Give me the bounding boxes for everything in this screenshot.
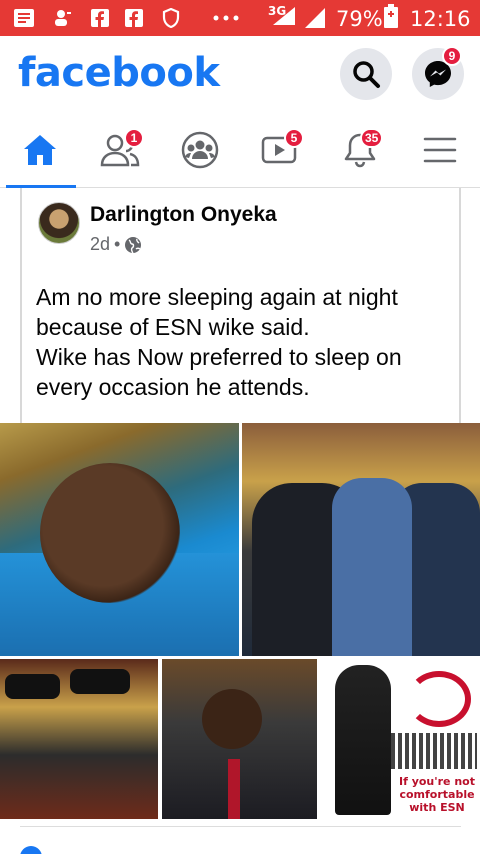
post-meta: 2d • <box>90 234 142 255</box>
facebook-logo[interactable]: facebook <box>18 50 220 96</box>
user-icon <box>52 8 74 28</box>
divider <box>20 826 461 827</box>
photo-face-shape <box>40 463 180 603</box>
clock: 12:16 <box>410 7 471 31</box>
post-text-line: Wike has Now preferred to sleep on <box>36 344 402 370</box>
battery-percentage: 79% <box>336 7 383 31</box>
status-bar: 3G 79% 12:16 <box>0 0 480 36</box>
facebook-icon-2 <box>124 8 144 28</box>
post-photo-4[interactable] <box>162 659 317 819</box>
tab-friends[interactable]: 1 <box>88 126 152 174</box>
photo-soldier-shape <box>335 665 391 815</box>
signal-icon <box>270 6 298 26</box>
post-author[interactable]: Darlington Onyeka <box>90 203 277 227</box>
separator: • <box>114 234 121 254</box>
post-text: Am no more sleeping again at night becau… <box>36 282 456 402</box>
shield-icon <box>160 8 182 28</box>
messenger-badge: 9 <box>442 46 462 66</box>
photo-head-shape <box>202 689 262 749</box>
avatar[interactable] <box>38 202 80 244</box>
photo-caption: If you're not comfortable with ESN <box>399 775 475 814</box>
tab-groups[interactable] <box>168 126 232 174</box>
post-photo-2[interactable] <box>242 423 480 656</box>
photo-troops-shape <box>391 733 477 769</box>
post-text-line: because of ESN wike said. <box>36 314 310 340</box>
notification-icon <box>12 8 36 28</box>
tab-home[interactable] <box>8 126 72 174</box>
post-card: Darlington Onyeka 2d • Am no more sleepi… <box>20 188 461 424</box>
search-icon <box>353 61 380 88</box>
app-header: facebook 9 <box>0 36 480 112</box>
photo-hat-shape <box>70 669 130 694</box>
photo-hat-shape <box>5 674 60 699</box>
like-reaction-icon <box>20 846 42 854</box>
photo-figure <box>332 478 412 656</box>
photo-tie-shape <box>228 759 240 819</box>
post-time[interactable]: 2d <box>90 234 110 255</box>
search-button[interactable] <box>340 48 392 100</box>
facebook-icon <box>90 8 110 28</box>
home-icon <box>24 135 56 165</box>
notifications-badge: 35 <box>360 128 384 148</box>
post-photo-3[interactable] <box>0 659 158 819</box>
watch-badge: 5 <box>284 128 304 148</box>
post-text-line: Am no more sleeping again at night <box>36 284 398 310</box>
post-photo-1[interactable] <box>0 423 239 656</box>
tab-watch[interactable]: 5 <box>248 126 312 174</box>
battery-icon <box>384 4 398 28</box>
more-dots-icon <box>212 8 240 28</box>
tab-notifications[interactable]: 35 <box>328 126 392 174</box>
globe-icon <box>125 236 142 253</box>
groups-icon <box>181 131 219 169</box>
post-text-line: every occasion he attends. <box>36 374 310 400</box>
main-tabs: 1 5 35 <box>0 112 480 188</box>
messenger-button[interactable]: 9 <box>412 46 464 100</box>
signal-icon-2 <box>304 8 326 28</box>
tab-menu[interactable] <box>408 126 472 174</box>
friends-badge: 1 <box>124 128 144 148</box>
post-photo-5[interactable]: If you're not comfortable with ESN <box>321 659 480 819</box>
esn-logo-icon <box>407 671 471 727</box>
menu-icon <box>423 137 457 163</box>
